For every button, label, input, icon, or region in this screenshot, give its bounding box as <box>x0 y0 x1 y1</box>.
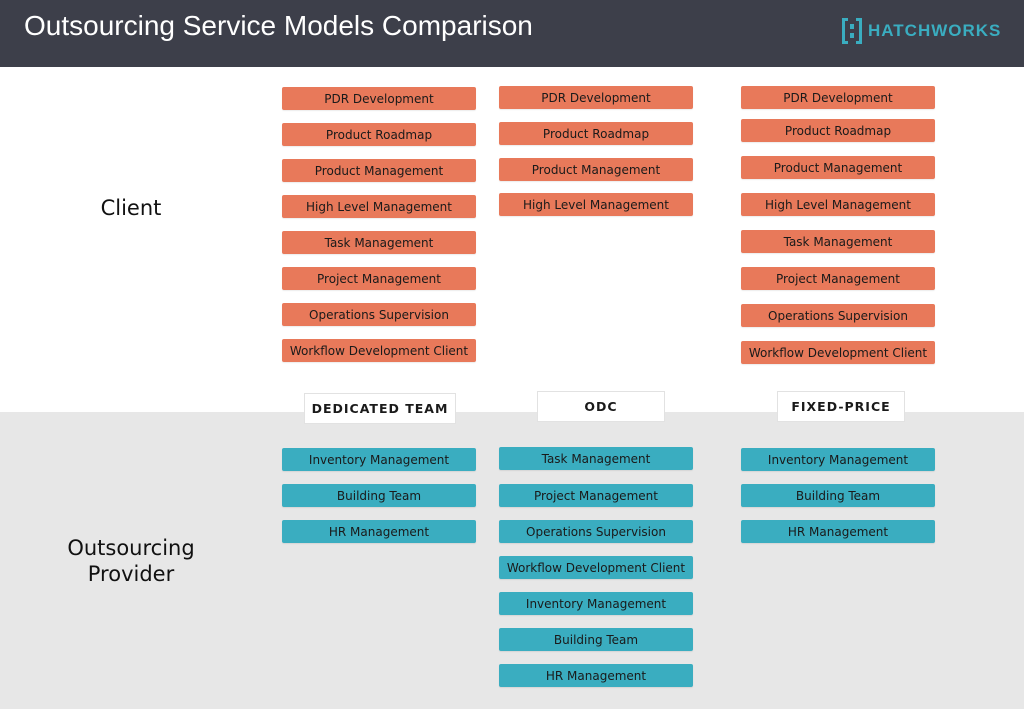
provider-task: Task Management <box>499 447 693 470</box>
client-task: Workflow Development Client <box>282 339 476 362</box>
provider-task: Workflow Development Client <box>499 556 693 579</box>
client-task: Product Roadmap <box>282 123 476 146</box>
client-task: Product Roadmap <box>741 119 935 142</box>
model-label-dedicated-team: DEDICATED TEAM <box>304 393 456 424</box>
client-task: Product Management <box>499 158 693 181</box>
hatchworks-logo-icon <box>842 18 862 44</box>
client-task: Operations Supervision <box>282 303 476 326</box>
provider-task: HR Management <box>499 664 693 687</box>
client-task: Product Management <box>282 159 476 182</box>
provider-task: Inventory Management <box>741 448 935 471</box>
client-task: Operations Supervision <box>741 304 935 327</box>
provider-task: Project Management <box>499 484 693 507</box>
client-label: Client <box>100 196 162 220</box>
provider-task: Inventory Management <box>499 592 693 615</box>
client-task: Product Roadmap <box>499 122 693 145</box>
client-task: Project Management <box>741 267 935 290</box>
hatchworks-logo: HATCHWORKS <box>842 18 1001 44</box>
model-label-fixed-price: FIXED-PRICE <box>777 391 905 422</box>
header-bar: Outsourcing Service Models Comparison HA… <box>0 0 1024 67</box>
client-task: Project Management <box>282 267 476 290</box>
provider-task: HR Management <box>282 520 476 543</box>
client-task: PDR Development <box>741 86 935 109</box>
client-task: High Level Management <box>741 193 935 216</box>
client-task: PDR Development <box>499 86 693 109</box>
provider-task: Building Team <box>282 484 476 507</box>
provider-task: Building Team <box>499 628 693 651</box>
client-task: PDR Development <box>282 87 476 110</box>
model-label-odc: ODC <box>537 391 665 422</box>
provider-task: Building Team <box>741 484 935 507</box>
logo-text: HATCHWORKS <box>868 21 1002 40</box>
provider-task: HR Management <box>741 520 935 543</box>
provider-task: Operations Supervision <box>499 520 693 543</box>
client-task: High Level Management <box>499 193 693 216</box>
client-task: Task Management <box>741 230 935 253</box>
client-task: High Level Management <box>282 195 476 218</box>
client-task: Product Management <box>741 156 935 179</box>
page-title: Outsourcing Service Models Comparison <box>24 10 533 41</box>
provider-task: Inventory Management <box>282 448 476 471</box>
provider-label: Outsourcing Provider <box>67 536 195 586</box>
client-task: Task Management <box>282 231 476 254</box>
client-task: Workflow Development Client <box>741 341 935 364</box>
